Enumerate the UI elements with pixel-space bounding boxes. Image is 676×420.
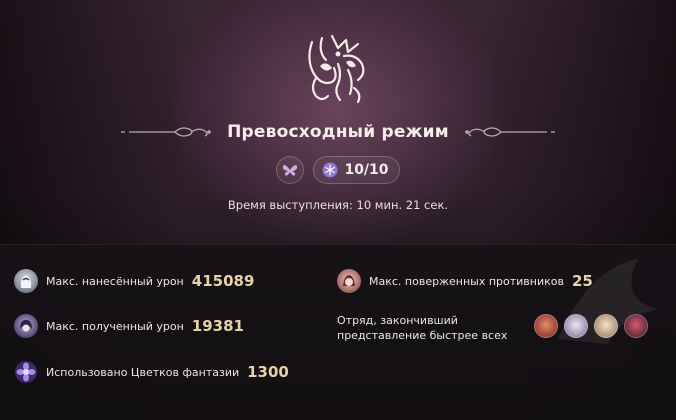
stat-max-damage-dealt: Макс. нанесённый урон 415089: [14, 269, 254, 293]
team-member-avatar-3[interactable]: [594, 314, 618, 338]
fastest-team-label: Отряд, закончивший представление быстрее…: [337, 314, 508, 342]
team-member-avatar-1[interactable]: [534, 314, 558, 338]
mode-title: Превосходный режим: [227, 122, 449, 142]
theater-mask-emblem-icon: [308, 34, 365, 104]
butterfly-badge[interactable]: [276, 156, 305, 184]
progress-value: 10/10: [344, 162, 389, 178]
stat-value: 25: [571, 272, 593, 290]
snowflake-star-icon: [322, 162, 338, 178]
stat-value: 415089: [191, 272, 255, 290]
stat-label: Макс. поверженных противников: [369, 274, 564, 288]
stat-fantasia-flowers-used: Использовано Цветков фантазии 1300: [14, 360, 289, 384]
fantasia-flower-icon: [14, 360, 38, 384]
butterfly-icon: [283, 165, 298, 176]
progress-badge[interactable]: 10/10: [313, 156, 400, 184]
stat-value: 1300: [247, 363, 289, 381]
stat-max-damage-taken: Макс. полученный урон 19381: [14, 314, 244, 338]
badges-row: 10/10: [0, 156, 676, 184]
character-avatar-icon: [14, 314, 38, 338]
stat-value: 19381: [191, 317, 244, 335]
team-member-avatar-4[interactable]: [624, 314, 648, 338]
stat-max-enemies-defeated: Макс. поверженных противников 25: [337, 269, 593, 293]
mode-title-row: Превосходный режим: [0, 120, 676, 144]
performance-time: Время выступления: 10 мин. 21 сек.: [227, 198, 449, 212]
stat-label: Макс. полученный урон: [46, 319, 184, 333]
stat-label: Макс. нанесённый урон: [46, 274, 184, 288]
character-avatar-icon: [14, 269, 38, 293]
team-member-avatar-2[interactable]: [564, 314, 588, 338]
character-avatar-icon: [337, 269, 361, 293]
right-ornament-icon: [465, 127, 555, 137]
fastest-team-avatars: [534, 314, 648, 338]
stat-label: Использовано Цветков фантазии: [46, 365, 240, 379]
left-ornament-icon: [121, 127, 211, 137]
